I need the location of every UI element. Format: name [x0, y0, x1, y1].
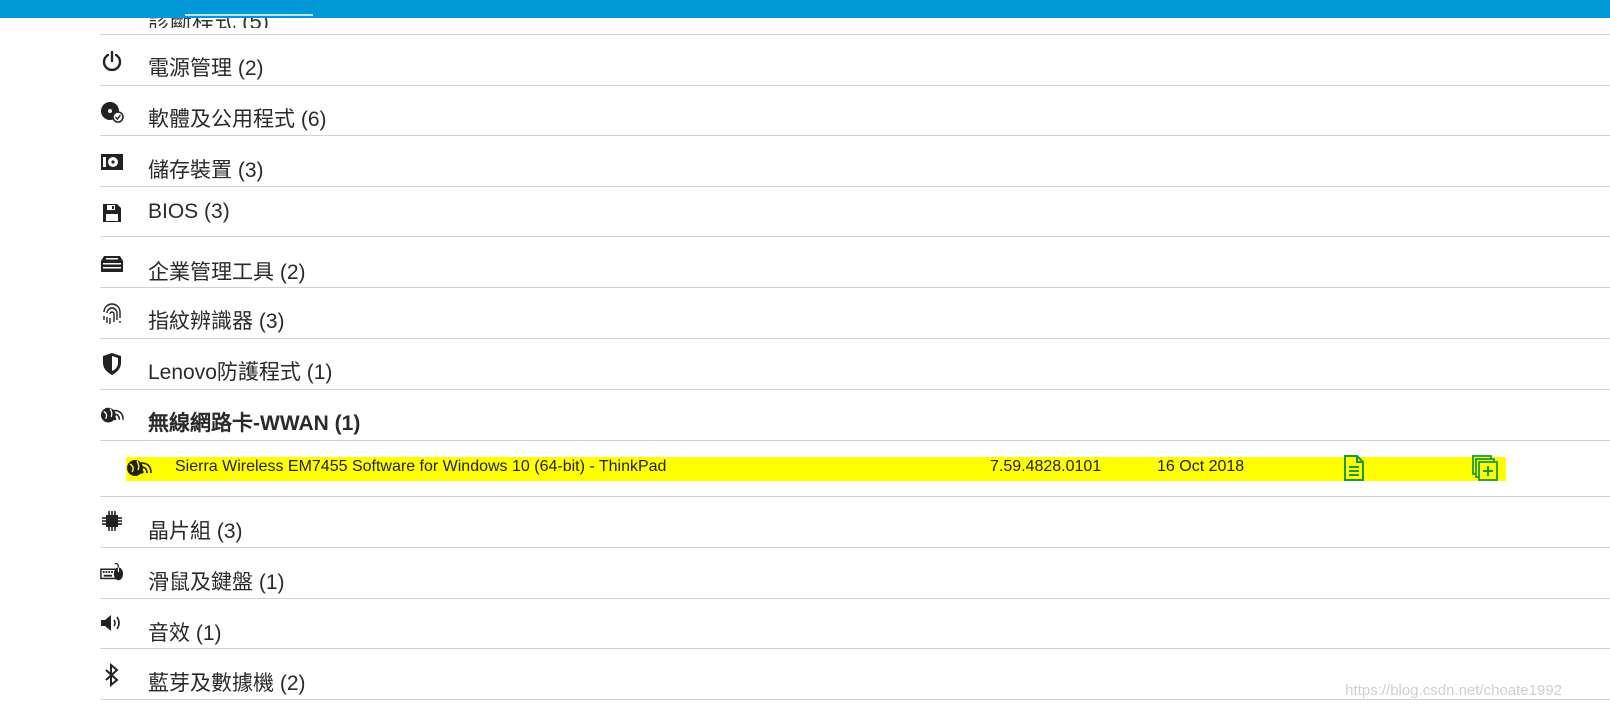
wireless-globe-icon	[100, 404, 124, 428]
top-bar	[0, 0, 1610, 18]
document-icon[interactable]	[1343, 455, 1365, 481]
disc-icon	[100, 100, 124, 124]
category-label: 電源管理 (2)	[148, 57, 264, 80]
watermark: https://blog.csdn.net/choate1992	[1345, 682, 1562, 699]
server-icon	[100, 252, 124, 276]
add-to-queue-icon[interactable]	[1472, 455, 1500, 481]
chip-icon	[100, 509, 124, 533]
category-wwan[interactable]: 無線網路卡-WWAN (1)	[100, 389, 1610, 440]
driver-date: 16 Oct 2018	[1157, 458, 1245, 475]
category-fingerprint-reader[interactable]: 指紋辨識器 (3)	[100, 287, 1610, 338]
category-chipset[interactable]: 晶片組 (3)	[100, 496, 1610, 548]
category-storage[interactable]: 儲存裝置 (3)	[100, 135, 1610, 187]
active-tab-indicator	[185, 14, 313, 16]
category-label: 儲存裝置 (3)	[148, 159, 264, 182]
category-software-utilities[interactable]: 軟體及公用程式 (6)	[100, 85, 1610, 136]
category-mouse-keyboard[interactable]: 滑鼠及鍵盤 (1)	[100, 547, 1610, 599]
category-audio[interactable]: 音效 (1)	[100, 598, 1610, 650]
driver-name[interactable]: Sierra Wireless EM7455 Software for Wind…	[175, 458, 666, 476]
partial-category-label: 診斷程式 (5)	[148, 18, 269, 28]
category-label: 藍芽及數據機 (2)	[148, 672, 306, 695]
floppy-disk-icon	[100, 201, 124, 225]
category-label: BIOS (3)	[148, 200, 230, 223]
category-label: 無線網路卡-WWAN (1)	[148, 412, 361, 435]
list-bottom-divider	[100, 699, 1610, 700]
driver-version: 7.59.4828.0101	[990, 458, 1102, 475]
category-label: 音效 (1)	[148, 622, 222, 645]
category-lenovo-protection[interactable]: Lenovo防護程式 (1)	[100, 338, 1610, 390]
category-label: 軟體及公用程式 (6)	[148, 108, 327, 131]
driver-row[interactable]: Sierra Wireless EM7455 Software for Wind…	[100, 440, 1610, 497]
shield-icon	[100, 352, 124, 376]
fingerprint-icon	[100, 302, 124, 326]
hard-drive-icon	[100, 150, 124, 174]
category-bios[interactable]: BIOS (3)	[100, 186, 1610, 237]
partial-category-row[interactable]: 診斷程式 (5)	[148, 18, 269, 28]
category-enterprise-management[interactable]: 企業管理工具 (2)	[100, 236, 1610, 288]
category-label: 滑鼠及鍵盤 (1)	[148, 571, 285, 594]
category-power-management[interactable]: 電源管理 (2)	[100, 34, 1610, 85]
speaker-icon	[100, 611, 124, 635]
category-label: 晶片組 (3)	[148, 520, 243, 543]
keyboard-mouse-icon	[100, 560, 124, 584]
wireless-globe-icon	[126, 457, 152, 481]
category-label: Lenovo防護程式 (1)	[148, 361, 333, 384]
category-label: 指紋辨識器 (3)	[148, 310, 285, 333]
category-label: 企業管理工具 (2)	[148, 261, 306, 284]
power-icon	[100, 49, 124, 73]
bluetooth-icon	[100, 663, 124, 687]
